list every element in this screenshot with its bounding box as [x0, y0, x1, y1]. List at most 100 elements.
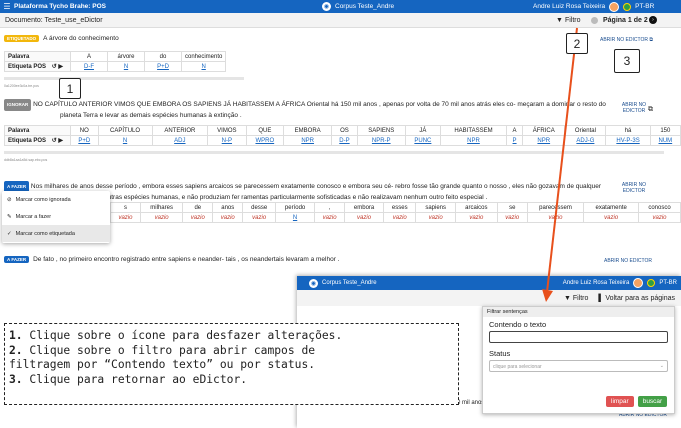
instruction-note: 1. Clique sobre o ícone para desfazer al…	[4, 323, 459, 405]
clear-button[interactable]: limpar	[606, 396, 634, 407]
page-indicator: Página 1 de 2	[603, 16, 648, 24]
pos-cell[interactable]: vazio	[242, 212, 277, 223]
status-badge[interactable]: A FAZER	[4, 256, 30, 263]
pos-cell[interactable]: vazio	[110, 212, 141, 223]
word-cell: arcaicos	[454, 202, 498, 213]
step-number: 3.	[9, 372, 23, 386]
sentence-text: De fato , no primeiro encontro registrad…	[33, 256, 340, 263]
pos-cell[interactable]: D-P	[331, 135, 358, 146]
row-header-pos: Etiqueta POS ↺ ▶	[4, 135, 71, 146]
filter-button[interactable]: ▼ Filtro	[556, 17, 581, 24]
file-meta: ddb8a1aa1a5d.sap.ebc.pos	[4, 158, 48, 162]
word-cell: árvore	[107, 51, 145, 62]
pos-cell[interactable]: N	[97, 135, 153, 146]
status-select[interactable]: clique para selecionar ⌄	[489, 360, 668, 372]
callout-3: 3	[614, 49, 640, 73]
play-icon[interactable]: ▶	[58, 64, 63, 70]
pos-cell[interactable]: vazio	[638, 212, 681, 223]
step-text: Clique para retornar ao eDictor.	[22, 372, 248, 386]
status-badge[interactable]: IGNORAR	[4, 99, 32, 111]
word-cell: SAPIENS	[356, 125, 406, 136]
undo-icon[interactable]: ↺	[52, 64, 57, 70]
word-cell: esses	[383, 202, 417, 213]
undo-icon[interactable]: ↺	[52, 138, 57, 144]
play-icon[interactable]: ▶	[58, 138, 63, 144]
sentence-text: A árvore do conhecimento	[43, 35, 119, 42]
pos-cell[interactable]: D-F	[70, 61, 108, 72]
corpus-name[interactable]: Corpus Teste_Andre	[322, 280, 377, 286]
pos-cell[interactable]: P+D	[70, 135, 99, 146]
word-cell: há	[605, 125, 651, 136]
corpus-selector[interactable]: ◉ Corpus Teste_Andre	[322, 0, 394, 13]
step-text: Clique sobre o ícone para desfazer alter…	[22, 329, 343, 342]
back-label: Voltar para as páginas	[605, 294, 675, 302]
language-label: PT-BR	[659, 280, 677, 286]
word-cell: de	[182, 202, 214, 213]
pos-cell[interactable]: vazio	[583, 212, 640, 223]
pos-cell[interactable]: WPRO	[245, 135, 285, 146]
document-icon: ▌	[598, 294, 604, 302]
pos-cell[interactable]: ADJ	[151, 135, 209, 146]
word-cell: sapiens	[415, 202, 456, 213]
pos-cell[interactable]: vazio	[415, 212, 456, 223]
prev-page-icon[interactable]	[591, 16, 598, 24]
pos-cell[interactable]: NPR	[283, 135, 333, 146]
pos-cell[interactable]: vazio	[344, 212, 385, 223]
pos-cell[interactable]: vazio	[182, 212, 214, 223]
pos-cell[interactable]: P	[505, 135, 524, 146]
open-editor-link[interactable]: ABRIR NO EDICTOR	[604, 258, 652, 264]
pos-cell[interactable]: NPR	[439, 135, 508, 146]
pos-cell[interactable]: HV-P-3S	[605, 135, 651, 146]
next-page-icon[interactable]: ›	[649, 16, 657, 24]
search-button[interactable]: buscar	[637, 396, 668, 407]
hamburger-icon[interactable]: ☰	[0, 2, 14, 11]
check-icon: ✓	[7, 230, 12, 237]
scrollbar[interactable]	[4, 77, 244, 80]
word-cell: milhares	[139, 202, 184, 213]
pos-cell[interactable]: N	[107, 61, 145, 72]
pos-cell[interactable]: vazio	[212, 212, 244, 223]
brazil-flag-icon	[647, 279, 656, 287]
menu-item-label: Marcar como ignorada	[15, 196, 71, 203]
filter-icon: ▼	[556, 16, 563, 24]
filter-panel: Filtrar sentenças Contendo o texto Statu…	[482, 306, 675, 414]
inset-sub-bar: ▼ Filtro ▌ Voltar para as páginas	[297, 290, 681, 306]
external-link-icon[interactable]: ⧉	[648, 106, 653, 114]
pos-cell[interactable]: NPR-P	[356, 135, 406, 146]
filter-label: Filtro	[564, 16, 581, 24]
word-cell: exatamente	[583, 202, 640, 213]
content-text-input[interactable]	[489, 331, 668, 343]
status-badge[interactable]: ETIQUETADO	[4, 35, 40, 42]
document-title: Documento: Teste_use_eDictor	[5, 16, 103, 24]
pos-cell[interactable]: vazio	[454, 212, 498, 223]
open-editor-link[interactable]: ABRIR NO EDICTOR	[617, 182, 651, 194]
word-cell: JÁ	[404, 125, 441, 136]
avatar	[609, 1, 620, 12]
pos-cell[interactable]: N	[275, 212, 316, 223]
user-menu[interactable]: Andre Luiz Rosa Teixeira PT-BR	[533, 0, 654, 13]
pos-cell[interactable]: vazio	[383, 212, 417, 223]
word-cell: desse	[242, 202, 277, 213]
open-editor-link[interactable]: ABRIR NO EDICTOR	[617, 102, 651, 114]
pos-cell[interactable]: P+D	[144, 61, 182, 72]
sentence-text: NO CAPÍTULO ANTERIOR VIMOS QUE EMBORA OS…	[33, 101, 606, 108]
pos-cell[interactable]: vazio	[496, 212, 528, 223]
arrow-line	[546, 27, 578, 293]
pos-cell[interactable]: N	[180, 61, 227, 72]
pos-cell[interactable]: vazio	[314, 212, 346, 223]
word-cell: embora	[344, 202, 385, 213]
word-cell: período	[275, 202, 316, 213]
back-button[interactable]: ▌ Voltar para as páginas	[598, 295, 675, 302]
pos-cell[interactable]: vazio	[139, 212, 184, 223]
pos-cell[interactable]: N-P	[207, 135, 247, 146]
word-cell: A	[505, 125, 524, 136]
callout-arrow	[542, 27, 578, 302]
step-text: filtragem por “Contendo texto” ou por st…	[9, 358, 316, 371]
menu-item-todo[interactable]: ✎ Marcar a fazer	[2, 208, 110, 225]
pos-cell[interactable]: PUNC	[404, 135, 441, 146]
pos-cell[interactable]: NUM	[649, 135, 681, 146]
open-editor-link[interactable]: ABRIR NO EDICTOR ⧉	[600, 37, 653, 43]
menu-item-tagged[interactable]: ✓ Marcar como etiquetada	[2, 225, 110, 242]
menu-item-ignore[interactable]: ⊘ Marcar como ignorada	[2, 191, 110, 208]
word-cell: ,	[314, 202, 346, 213]
